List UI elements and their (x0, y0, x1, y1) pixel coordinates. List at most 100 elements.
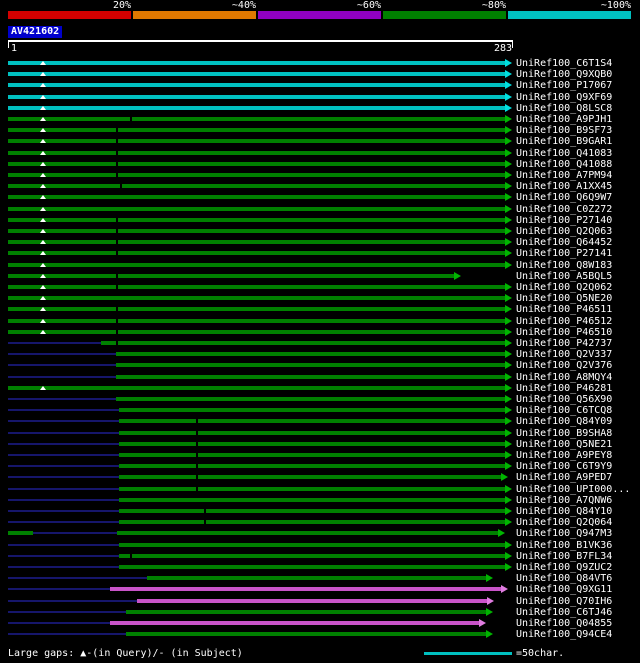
hit-bar[interactable] (115, 363, 505, 368)
hit-label[interactable]: UniRef100_P27141 (516, 248, 612, 259)
hit-bar[interactable] (115, 397, 505, 401)
hit-label[interactable]: UniRef100_A9PED7 (516, 472, 612, 483)
hit-label[interactable]: UniRef100_A9PJH1 (516, 114, 612, 125)
hit-label[interactable]: UniRef100_Q8W183 (516, 260, 612, 271)
hit-bar[interactable] (8, 229, 505, 233)
hit-label[interactable]: UniRef100_C0Z272 (516, 204, 612, 215)
hit-label[interactable]: UniRef100_A7PM94 (516, 170, 612, 181)
hit-bar[interactable] (8, 206, 505, 211)
hit-bar[interactable] (119, 509, 505, 513)
hit-bar[interactable] (119, 453, 505, 457)
hit-bar[interactable] (110, 587, 502, 592)
hit-label[interactable]: UniRef100_P17067 (516, 80, 612, 91)
hit-label[interactable]: UniRef100_Q8LSC8 (516, 103, 612, 114)
hit-label[interactable]: UniRef100_P46510 (516, 327, 612, 338)
hit-bar[interactable] (101, 341, 505, 345)
hit-label[interactable]: UniRef100_Q84VT6 (516, 573, 612, 584)
hit-label[interactable]: UniRef100_P42737 (516, 338, 612, 349)
hit-bar[interactable] (8, 128, 505, 133)
hit-bar[interactable] (8, 173, 505, 177)
hit-bar[interactable] (8, 318, 505, 323)
hit-label[interactable]: UniRef100_UPI000... (516, 484, 630, 495)
hit-bar[interactable] (119, 419, 505, 424)
hit-bar[interactable] (126, 632, 486, 637)
hit-label[interactable]: UniRef100_P46511 (516, 304, 612, 315)
hit-label[interactable]: UniRef100_A5BQL5 (516, 271, 612, 282)
hit-bar[interactable] (8, 240, 505, 245)
hit-bar[interactable] (119, 542, 505, 547)
hit-label[interactable]: UniRef100_C6T1S4 (516, 58, 612, 69)
hit-label[interactable]: UniRef100_Q6Q9W7 (516, 192, 612, 203)
hit-bar[interactable] (8, 273, 454, 278)
hit-bar[interactable] (8, 105, 505, 110)
hit-bar[interactable] (8, 195, 505, 200)
hit-label[interactable]: UniRef100_Q2V337 (516, 349, 612, 360)
hit-label[interactable]: UniRef100_A7QNW6 (516, 495, 612, 506)
hit-bar[interactable] (147, 576, 486, 581)
hit-bar[interactable] (126, 609, 486, 614)
hit-label[interactable]: UniRef100_Q64452 (516, 237, 612, 248)
hit-label[interactable]: UniRef100_P46281 (516, 383, 612, 394)
hit-bar[interactable] (119, 441, 505, 446)
hit-label[interactable]: UniRef100_Q94CE4 (516, 629, 612, 640)
hit-label[interactable]: UniRef100_Q56X90 (516, 394, 612, 405)
hit-label[interactable]: UniRef100_A9PEY8 (516, 450, 612, 461)
hit-bar[interactable] (8, 150, 505, 155)
hit-bar[interactable] (117, 531, 498, 536)
hit-bar[interactable] (8, 262, 505, 267)
hit-bar[interactable] (110, 621, 479, 625)
hit-label[interactable]: UniRef100_Q9XQB0 (516, 69, 612, 80)
hit-label[interactable]: UniRef100_B1VK36 (516, 540, 612, 551)
hit-label[interactable]: UniRef100_Q9XG11 (516, 584, 612, 595)
hit-label[interactable]: UniRef100_C6T9Y9 (516, 461, 612, 472)
hit-bar[interactable] (119, 497, 505, 502)
hit-bar[interactable] (8, 307, 505, 312)
hit-label[interactable]: UniRef100_Q5NE20 (516, 293, 612, 304)
hit-bar[interactable] (8, 251, 505, 256)
hit-bar[interactable] (8, 285, 505, 289)
hit-bar[interactable] (136, 598, 488, 603)
hit-label[interactable]: UniRef100_Q9ZUC2 (516, 562, 612, 573)
hit-bar[interactable] (119, 565, 505, 569)
hit-bar[interactable] (119, 553, 505, 558)
hit-bar[interactable] (119, 520, 505, 525)
hit-label[interactable]: UniRef100_Q947M3 (516, 528, 612, 539)
hit-bar[interactable] (8, 139, 505, 144)
hit-label[interactable]: UniRef100_Q41088 (516, 159, 612, 170)
hit-label[interactable]: UniRef100_Q2V376 (516, 360, 612, 371)
hit-bar[interactable] (115, 374, 505, 379)
hit-bar[interactable] (8, 161, 505, 166)
hit-label[interactable]: UniRef100_C6TJ46 (516, 607, 612, 618)
hit-label[interactable]: UniRef100_Q84Y10 (516, 506, 612, 517)
hit-label[interactable]: UniRef100_B7FL34 (516, 551, 612, 562)
hit-bar[interactable] (8, 184, 505, 189)
hit-label[interactable]: UniRef100_P27140 (516, 215, 612, 226)
hit-bar[interactable] (119, 475, 502, 480)
hit-bar[interactable] (8, 329, 505, 334)
hit-bar[interactable] (119, 486, 505, 491)
hit-bar[interactable] (8, 61, 505, 65)
hit-bar[interactable] (115, 352, 505, 357)
hit-bar[interactable] (119, 430, 505, 435)
hit-label[interactable]: UniRef100_Q2Q062 (516, 282, 612, 293)
hit-bar[interactable] (8, 531, 33, 536)
hit-label[interactable]: UniRef100_A8MQY4 (516, 372, 612, 383)
hit-label[interactable]: UniRef100_B9GAR1 (516, 136, 612, 147)
hit-label[interactable]: UniRef100_Q70IH6 (516, 596, 612, 607)
hit-bar[interactable] (8, 117, 505, 121)
hit-bar[interactable] (8, 385, 505, 390)
hit-label[interactable]: UniRef100_Q04855 (516, 618, 612, 629)
hit-label[interactable]: UniRef100_P46512 (516, 316, 612, 327)
hit-bar[interactable] (8, 94, 505, 99)
hit-label[interactable]: UniRef100_B9SHA8 (516, 428, 612, 439)
hit-bar[interactable] (8, 83, 505, 88)
hit-label[interactable]: UniRef100_B9SF73 (516, 125, 612, 136)
hit-label[interactable]: UniRef100_Q5NE21 (516, 439, 612, 450)
hit-label[interactable]: UniRef100_Q41083 (516, 148, 612, 159)
hit-label[interactable]: UniRef100_Q9XF69 (516, 92, 612, 103)
hit-bar[interactable] (8, 217, 505, 222)
hit-bar[interactable] (119, 408, 505, 413)
hit-label[interactable]: UniRef100_C6TCQ8 (516, 405, 612, 416)
hit-label[interactable]: UniRef100_Q2Q064 (516, 517, 612, 528)
hit-bar[interactable] (8, 296, 505, 301)
